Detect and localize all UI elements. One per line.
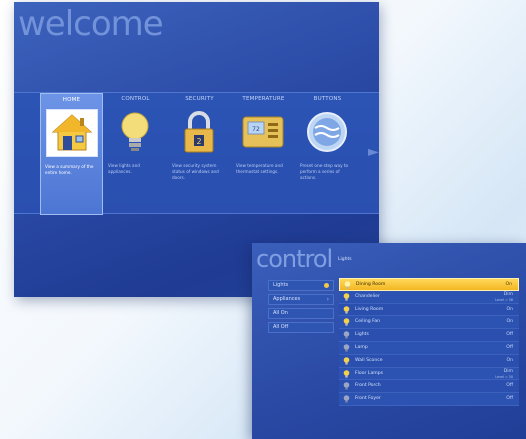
device-state: Dim xyxy=(503,369,513,375)
list-item[interactable]: Lamp Off xyxy=(339,341,519,355)
lightbulb-off-icon xyxy=(343,382,350,390)
welcome-title: welcome xyxy=(18,4,164,44)
chevron-right-icon[interactable]: ► xyxy=(368,144,379,160)
lightbulb-on-icon xyxy=(343,369,350,378)
device-name: Chandelier xyxy=(355,293,380,299)
list-item[interactable]: Floor Lamps Dim Level = 50 xyxy=(339,367,519,381)
house-icon xyxy=(46,109,98,157)
tile-label: HOME xyxy=(62,97,81,103)
lightbulb-off-icon xyxy=(343,395,350,403)
selected-dot-icon xyxy=(324,283,329,288)
device-state: On xyxy=(506,319,513,325)
thermostat-icon: 72 xyxy=(237,108,289,156)
tile-buttons[interactable]: BUTTONS Preset one-step way to perform a… xyxy=(296,93,359,215)
device-state: Off xyxy=(506,396,513,402)
lightbulb-on-icon xyxy=(344,281,351,289)
tile-description: View temperature and thermostat settings… xyxy=(236,163,283,174)
device-name: Living Room xyxy=(355,306,384,312)
list-item[interactable]: Chandelier Dim Level = 56 xyxy=(339,290,519,304)
device-name: Lamp xyxy=(355,344,368,350)
list-item[interactable]: Ceiling Fan On xyxy=(339,316,519,330)
list-item[interactable]: Dining Room On xyxy=(339,278,519,291)
device-state: Off xyxy=(506,332,513,338)
menu-item-all-on[interactable]: All On xyxy=(268,308,334,319)
svg-text:2: 2 xyxy=(196,137,201,146)
lightbulb-on-icon xyxy=(343,318,350,326)
device-level: Level = 50 xyxy=(495,375,513,380)
list-item[interactable]: Front Foyer Off xyxy=(339,393,519,406)
menu-item-all-off[interactable]: All Off xyxy=(268,322,334,333)
device-state: Off xyxy=(506,344,513,350)
tile-label: CONTROL xyxy=(121,96,150,102)
tile-description: View a summary of the entire home. xyxy=(45,164,94,175)
tile-description: View lights and appliances. xyxy=(108,163,140,174)
control-menu: Lights Appliances › All On All Off xyxy=(268,280,334,336)
tile-label: BUTTONS xyxy=(313,96,342,102)
menu-item-label: Lights xyxy=(273,282,289,288)
list-item[interactable]: Front Porch Off xyxy=(339,380,519,394)
device-name: Dining Room xyxy=(356,282,386,287)
lightbulb-on-icon xyxy=(343,292,350,301)
lightbulb-icon xyxy=(109,108,161,156)
tile-label: SECURITY xyxy=(185,96,214,102)
device-state: On xyxy=(506,306,513,312)
list-item[interactable]: Lights Off xyxy=(339,329,519,342)
svg-text:72: 72 xyxy=(252,126,260,133)
device-state: Dim xyxy=(503,292,513,298)
lightbulb-on-icon xyxy=(343,305,350,314)
menu-item-appliances[interactable]: Appliances › xyxy=(268,294,334,305)
device-name: Wall Sconce xyxy=(355,357,383,363)
control-screen: control Lights Lights Appliances › All O… xyxy=(252,243,526,439)
tile-security[interactable]: SECURITY 2 View security system status o… xyxy=(168,93,231,215)
tile-temperature[interactable]: TEMPERATURE 72 View temperature and ther… xyxy=(232,93,295,215)
menu-item-label: All On xyxy=(273,310,288,316)
device-name: Front Foyer xyxy=(355,396,381,402)
device-state: On xyxy=(505,282,512,287)
tile-home[interactable]: HOME View a summary of the entire home. xyxy=(40,93,103,215)
menu-item-label: Appliances xyxy=(273,296,301,302)
control-title: control xyxy=(256,245,333,273)
lightbulb-on-icon xyxy=(343,356,350,365)
lightbulb-off-icon xyxy=(343,331,350,339)
device-name: Ceiling Fan xyxy=(355,319,381,325)
tile-label: TEMPERATURE xyxy=(242,96,285,102)
device-state: Off xyxy=(506,383,513,389)
device-name: Front Porch xyxy=(355,383,381,389)
list-item[interactable]: Wall Sconce On xyxy=(339,354,519,368)
list-item[interactable]: Living Room On xyxy=(339,303,519,317)
device-state: On xyxy=(506,357,513,363)
menu-item-lights[interactable]: Lights xyxy=(268,280,334,291)
breadcrumb: Lights xyxy=(338,257,352,262)
device-list: Dining Room On Chandelier Dim Level = 56… xyxy=(339,278,519,406)
tiles-band: HOME View a summary of the entire home. … xyxy=(14,92,379,215)
menu-item-label: All Off xyxy=(273,324,289,330)
buttons-icon xyxy=(301,108,353,156)
device-level: Level = 56 xyxy=(495,298,513,303)
tile-control[interactable]: CONTROL View lights and appliances. xyxy=(104,93,167,215)
device-name: Lights xyxy=(355,332,369,338)
padlock-icon: 2 xyxy=(173,108,225,156)
chevron-right-icon: › xyxy=(326,296,329,303)
tile-description: Preset one-step way to perform a series … xyxy=(300,163,349,180)
tile-description: View security system status of windows a… xyxy=(172,163,219,180)
device-name: Floor Lamps xyxy=(355,370,384,376)
lightbulb-off-icon xyxy=(343,344,350,352)
